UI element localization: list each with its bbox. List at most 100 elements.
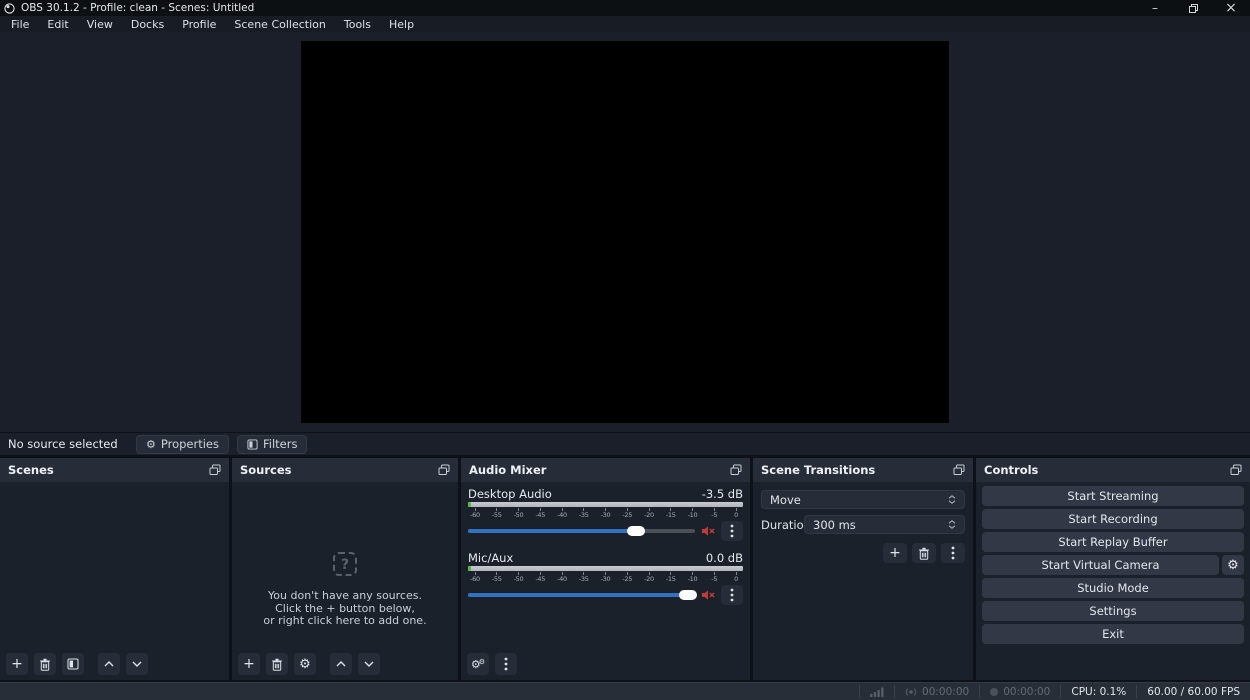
fps-indicator: 60.00 / 60.00 FPS bbox=[1136, 685, 1250, 698]
transition-properties-button[interactable] bbox=[941, 543, 965, 563]
meter-tick: -40 bbox=[556, 508, 568, 519]
restore-button[interactable] bbox=[1174, 0, 1212, 16]
slider-handle[interactable] bbox=[679, 590, 697, 600]
kebab-menu-icon bbox=[504, 657, 508, 671]
chevron-up-icon bbox=[336, 661, 346, 667]
add-scene-button[interactable]: + bbox=[6, 653, 28, 675]
sources-empty-text[interactable]: or right click here to add one. bbox=[232, 615, 458, 628]
scene-transitions-panel-title: Scene Transitions bbox=[761, 463, 875, 477]
channel-db-value: -3.5 dB bbox=[702, 487, 743, 502]
mute-speaker-icon[interactable] bbox=[701, 589, 715, 601]
preview-canvas[interactable] bbox=[301, 41, 949, 423]
chevron-down-icon bbox=[132, 661, 142, 667]
channel-name: Mic/Aux bbox=[468, 551, 513, 566]
move-scene-up-button[interactable] bbox=[98, 653, 120, 675]
mixer-channel-mic-aux: Mic/Aux 0.0 dB -60-55-50-45-40-35-30-25-… bbox=[468, 551, 743, 606]
source-toolbar: No source selected ⚙ Properties Filters bbox=[0, 432, 1250, 458]
remove-transition-button[interactable] bbox=[912, 543, 936, 563]
record-icon bbox=[990, 688, 998, 696]
menu-tools[interactable]: Tools bbox=[335, 16, 380, 32]
scenes-list[interactable] bbox=[0, 482, 229, 648]
title-bar: OBS 30.1.2 - Profile: clean - Scenes: Un… bbox=[0, 0, 1250, 16]
meter-tick: 0 bbox=[730, 508, 742, 519]
start-replay-buffer-button[interactable]: Start Replay Buffer bbox=[982, 532, 1244, 552]
audio-mixer-panel-title: Audio Mixer bbox=[469, 463, 546, 477]
add-transition-button[interactable]: + bbox=[883, 543, 907, 563]
menu-view[interactable]: View bbox=[78, 16, 122, 32]
volume-meter bbox=[468, 502, 743, 507]
advanced-audio-button[interactable]: ⚙⚙ bbox=[467, 653, 489, 675]
meter-tick: -5 bbox=[708, 572, 720, 583]
channel-menu-button[interactable] bbox=[721, 585, 743, 605]
virtual-camera-settings-button[interactable]: ⚙ bbox=[1222, 555, 1244, 575]
meter-tick: -45 bbox=[534, 508, 546, 519]
menu-docks[interactable]: Docks bbox=[122, 16, 173, 32]
duration-label: Duration bbox=[761, 518, 804, 532]
channel-menu-button[interactable] bbox=[721, 521, 743, 541]
mixer-menu-button[interactable] bbox=[495, 653, 517, 675]
start-virtual-camera-button[interactable]: Start Virtual Camera bbox=[982, 555, 1219, 575]
meter-tick: -30 bbox=[600, 508, 612, 519]
trash-icon bbox=[271, 658, 283, 671]
scene-filters-button[interactable] bbox=[62, 653, 84, 675]
menu-file[interactable]: File bbox=[2, 16, 38, 32]
mixer-channel-desktop-audio: Desktop Audio -3.5 dB -60-55-50-45-40-35… bbox=[468, 487, 743, 542]
transition-select[interactable]: Move bbox=[761, 490, 965, 509]
trash-icon bbox=[918, 547, 930, 560]
spinner-arrows-icon bbox=[948, 520, 956, 529]
gear-icon: ⚙ bbox=[299, 658, 311, 671]
menu-profile[interactable]: Profile bbox=[173, 16, 225, 32]
meter-tick: -5 bbox=[708, 508, 720, 519]
popout-icon[interactable] bbox=[730, 464, 742, 476]
popout-icon[interactable] bbox=[953, 464, 965, 476]
source-properties-button[interactable]: ⚙ bbox=[294, 653, 316, 675]
sources-panel-title: Sources bbox=[240, 463, 292, 477]
add-source-button[interactable]: + bbox=[238, 653, 260, 675]
volume-slider[interactable] bbox=[468, 529, 695, 533]
sources-list[interactable]: ? You don't have any sources. Click the … bbox=[232, 482, 458, 648]
volume-slider[interactable] bbox=[468, 593, 695, 597]
remove-scene-button[interactable] bbox=[34, 653, 56, 675]
slider-handle[interactable] bbox=[627, 526, 645, 536]
record-timer: 00:00:00 bbox=[979, 685, 1060, 698]
meter-tick: -15 bbox=[665, 572, 677, 583]
popout-icon[interactable] bbox=[1230, 464, 1242, 476]
remove-source-button[interactable] bbox=[266, 653, 288, 675]
settings-button[interactable]: Settings bbox=[982, 601, 1244, 621]
channel-db-value: 0.0 dB bbox=[706, 551, 743, 566]
studio-mode-button[interactable]: Studio Mode bbox=[982, 578, 1244, 598]
properties-button[interactable]: ⚙ Properties bbox=[136, 435, 229, 454]
double-gear-icon: ⚙⚙ bbox=[471, 659, 485, 670]
controls-panel-title: Controls bbox=[984, 463, 1038, 477]
popout-icon[interactable] bbox=[209, 464, 221, 476]
channel-name: Desktop Audio bbox=[468, 487, 552, 502]
meter-tick: -55 bbox=[491, 508, 503, 519]
volume-meter bbox=[468, 566, 743, 571]
move-source-up-button[interactable] bbox=[330, 653, 352, 675]
duration-spinbox[interactable]: 300 ms bbox=[804, 515, 965, 534]
broadcast-icon bbox=[905, 687, 917, 697]
move-source-down-button[interactable] bbox=[358, 653, 380, 675]
menu-edit[interactable]: Edit bbox=[38, 16, 77, 32]
exit-button[interactable]: Exit bbox=[982, 624, 1244, 644]
cpu-usage: CPU: 0.1% bbox=[1060, 685, 1136, 698]
meter-tick: -45 bbox=[534, 572, 546, 583]
filters-button[interactable]: Filters bbox=[237, 435, 307, 454]
start-recording-button[interactable]: Start Recording bbox=[982, 509, 1244, 529]
gear-icon: ⚙ bbox=[146, 438, 156, 451]
sources-panel: Sources ? You don't have any sources. Cl… bbox=[232, 458, 458, 680]
meter-tick: -20 bbox=[643, 572, 655, 583]
kebab-menu-icon bbox=[730, 588, 734, 602]
menu-scene-collection[interactable]: Scene Collection bbox=[225, 16, 334, 32]
start-streaming-button[interactable]: Start Streaming bbox=[982, 486, 1244, 506]
close-button[interactable]: × bbox=[1212, 0, 1250, 16]
filters-icon bbox=[247, 439, 258, 450]
popout-icon[interactable] bbox=[438, 464, 450, 476]
mute-speaker-icon[interactable] bbox=[701, 525, 715, 537]
meter-tick: -55 bbox=[491, 572, 503, 583]
question-mark-icon: ? bbox=[333, 552, 357, 576]
menu-help[interactable]: Help bbox=[380, 16, 423, 32]
move-scene-down-button[interactable] bbox=[126, 653, 148, 675]
meter-tick: -50 bbox=[513, 508, 525, 519]
minimize-button[interactable]: – bbox=[1136, 0, 1174, 16]
